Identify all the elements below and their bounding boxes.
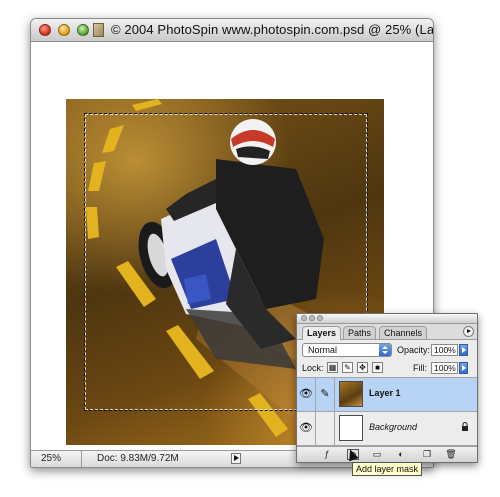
minimize-button[interactable] — [58, 24, 70, 36]
status-divider — [81, 451, 82, 467]
document-proxy-icon[interactable] — [93, 23, 104, 37]
palette-minimize-button[interactable] — [309, 315, 315, 321]
lock-transparency-icon[interactable]: ▦ — [327, 362, 338, 373]
layer-row-layer-1[interactable]: 👁 ✎ Layer 1 — [297, 378, 477, 412]
opacity-field[interactable]: 100% — [431, 344, 458, 356]
window-titlebar[interactable]: © 2004 PhotoSpin www.photospin.com.psd @… — [31, 19, 433, 42]
layer-thumbnail[interactable] — [339, 415, 363, 441]
layer-row-background[interactable]: 👁 Background — [297, 412, 477, 446]
zoom-button[interactable] — [77, 24, 89, 36]
tab-channels[interactable]: Channels — [379, 326, 428, 339]
palette-close-button[interactable] — [301, 315, 307, 321]
palette-zoom-button[interactable] — [317, 315, 323, 321]
blend-mode-select[interactable]: Normal — [302, 343, 392, 357]
adjustment-layer-icon[interactable]: ◐ — [395, 449, 407, 460]
eye-icon[interactable]: 👁 — [297, 412, 316, 445]
tooltip: Add layer mask — [352, 462, 423, 476]
trash-icon[interactable]: 🗑 — [445, 449, 457, 460]
lock-brush-icon[interactable]: ✎ — [342, 362, 353, 373]
zoom-level[interactable]: 25% — [41, 453, 61, 464]
link-slot[interactable] — [316, 412, 335, 445]
doc-size-info: Doc: 9.83M/9.72M — [97, 453, 179, 464]
new-group-icon[interactable]: ▭ — [371, 449, 383, 460]
layer-name[interactable]: Background — [369, 422, 417, 432]
layer-name[interactable]: Layer 1 — [369, 388, 401, 398]
opacity-label: Opacity: — [397, 345, 431, 355]
lock-label: Lock: — [302, 363, 324, 373]
eye-icon[interactable]: 👁 — [297, 378, 316, 411]
layers-palette: Layers Paths Channels Normal Opacity: 10… — [296, 313, 478, 463]
lock-all-icon[interactable]: ■ — [372, 362, 383, 373]
status-menu-arrow-icon[interactable] — [231, 453, 241, 464]
blend-row: Normal Opacity: 100% — [297, 340, 477, 360]
fill-slider-button[interactable] — [459, 362, 468, 374]
palette-menu-icon[interactable] — [463, 326, 474, 337]
lock-row: Lock: ▦ ✎ ✥ ■ Fill: 100% — [297, 360, 477, 378]
new-layer-icon[interactable]: ❐ — [421, 449, 433, 460]
tab-paths[interactable]: Paths — [343, 326, 377, 339]
opacity-slider-button[interactable] — [459, 344, 468, 356]
palette-titlebar[interactable] — [297, 314, 477, 324]
window-title: © 2004 PhotoSpin www.photospin.com.psd @… — [111, 22, 434, 37]
layer-thumbnail[interactable] — [339, 381, 363, 407]
layer-style-icon[interactable]: ƒ — [321, 449, 333, 460]
fill-field[interactable]: 100% — [431, 362, 458, 374]
palette-tabs: Layers Paths Channels — [297, 324, 477, 340]
fill-label: Fill: — [413, 363, 427, 373]
palette-bottom-bar: ƒ ▭ ◐ ❐ 🗑 — [297, 446, 477, 462]
lock-icon — [462, 422, 468, 431]
close-button[interactable] — [39, 24, 51, 36]
lock-move-icon[interactable]: ✥ — [357, 362, 368, 373]
blend-mode-value: Normal — [308, 345, 338, 355]
tab-layers[interactable]: Layers — [302, 326, 342, 340]
brush-icon[interactable]: ✎ — [316, 378, 335, 411]
dropdown-arrow-icon[interactable] — [379, 344, 391, 356]
